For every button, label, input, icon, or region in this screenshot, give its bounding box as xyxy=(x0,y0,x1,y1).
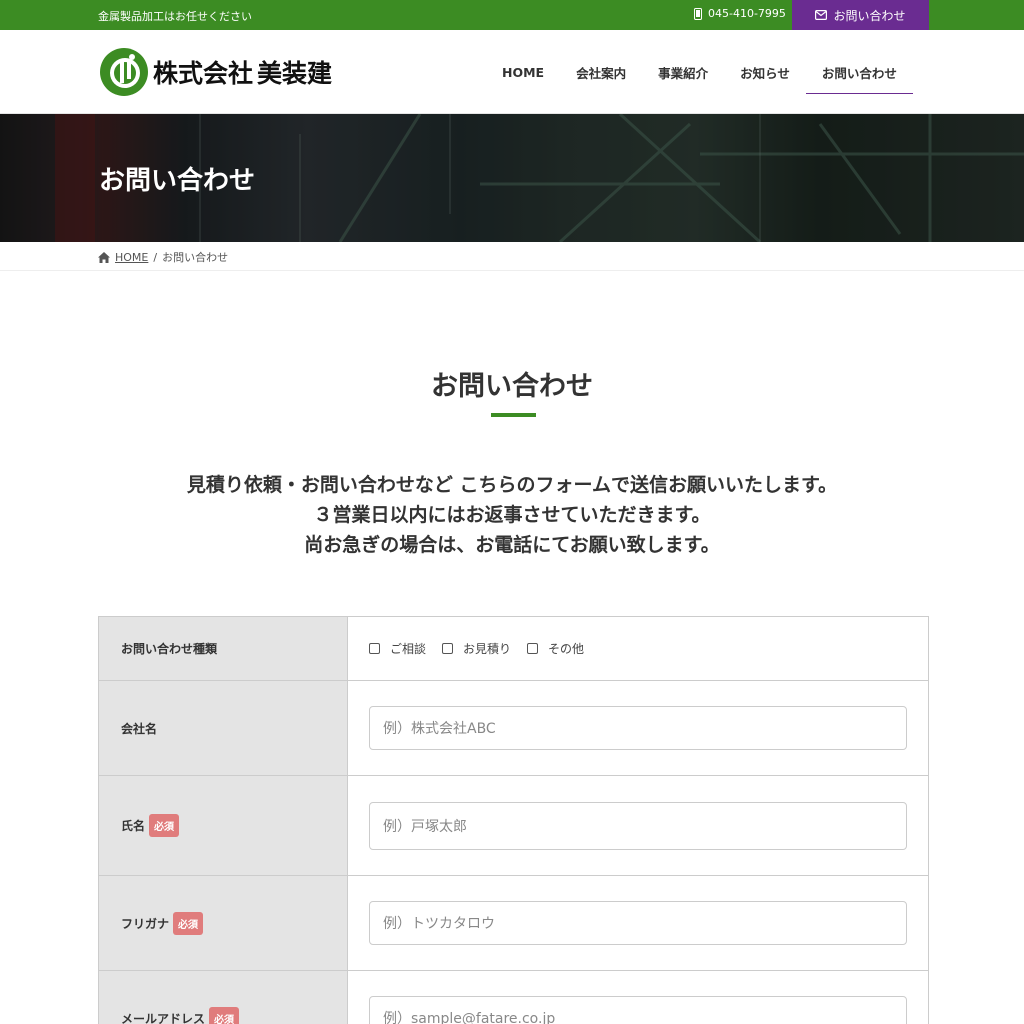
email-input[interactable]: 例）sample@fatare.co.jp xyxy=(369,996,907,1024)
breadcrumb-home[interactable]: HOME xyxy=(115,251,148,264)
email-label: メールアドレス xyxy=(121,1011,206,1024)
checkbox-estimate[interactable]: お見積り xyxy=(442,640,511,657)
kana-label-cell: フリガナ 必須 xyxy=(99,876,348,970)
checkbox-box[interactable] xyxy=(527,643,539,654)
phone-number[interactable]: 045-410-7995 xyxy=(694,7,786,20)
breadcrumb-separator: / xyxy=(153,250,158,264)
mail-icon xyxy=(815,10,828,20)
required-badge: 必須 xyxy=(149,814,180,837)
intro-line-2: ３営業日以内にはお返事させていただきます。 xyxy=(313,504,711,526)
logo-company-type: 株式会社 xyxy=(153,59,254,88)
breadcrumb: HOME / お問い合わせ xyxy=(98,249,228,265)
section-title: お問い合わせ xyxy=(431,371,593,402)
contact-button[interactable]: お問い合わせ xyxy=(792,0,929,30)
site-logo[interactable]: 株式会社 美装建 xyxy=(99,47,332,97)
inquiry-type-options: ご相談 お見積り その他 xyxy=(369,640,584,657)
company-label: 会社名 xyxy=(99,681,348,775)
contact-form: お問い合わせ種類 ご相談 お見積り その他 会社名 例）株式会社ABC 氏名 必… xyxy=(98,616,929,1024)
hero-title: お問い合わせ xyxy=(99,166,256,196)
company-input[interactable]: 例）株式会社ABC xyxy=(369,706,907,750)
checkbox-consultation[interactable]: ご相談 xyxy=(369,640,426,657)
divider xyxy=(0,270,1024,271)
site-header: 株式会社 美装建 HOME 会社案内 事業紹介 お知らせ お問い合わせ xyxy=(0,30,1024,114)
contact-button-label: お問い合わせ xyxy=(833,8,906,23)
intro-line-1: 見積り依頼・お問い合わせなど こちらのフォームで送信お願いいたします。 xyxy=(186,474,838,496)
form-row-inquiry-type: お問い合わせ種類 ご相談 お見積り その他 xyxy=(99,617,928,681)
phone-text: 045-410-7995 xyxy=(708,7,786,20)
home-icon xyxy=(98,251,110,263)
logo-mark-icon xyxy=(100,48,148,96)
nav-company[interactable]: 会社案内 xyxy=(560,30,642,114)
name-label: 氏名 xyxy=(121,819,146,833)
top-bar: 金属製品加工はお任せください 045-410-7995 お問い合わせ xyxy=(0,0,1024,30)
breadcrumb-current: お問い合わせ xyxy=(162,251,229,264)
nav-business[interactable]: 事業紹介 xyxy=(642,30,724,114)
nav-contact[interactable]: お問い合わせ xyxy=(805,30,913,114)
required-badge: 必須 xyxy=(209,1006,240,1024)
inquiry-type-label: お問い合わせ種類 xyxy=(99,617,348,680)
phone-icon xyxy=(694,7,702,20)
logo-company-name: 美装建 xyxy=(257,59,333,88)
main-nav: HOME 会社案内 事業紹介 お知らせ お問い合わせ xyxy=(486,30,913,114)
tagline: 金属製品加工はお任せください xyxy=(98,10,252,23)
kana-input[interactable]: 例）トツカタロウ xyxy=(369,901,907,945)
intro-text: 見積り依頼・お問い合わせなど こちらのフォームで送信お願いいたします。 ３営業日… xyxy=(0,470,1024,560)
page-hero: お問い合わせ xyxy=(0,114,1024,242)
required-badge: 必須 xyxy=(173,911,204,935)
name-input[interactable]: 例）戸塚太郎 xyxy=(369,801,907,850)
nav-news[interactable]: お知らせ xyxy=(724,30,806,114)
name-label-cell: 氏名 必須 xyxy=(99,776,348,875)
nav-home[interactable]: HOME xyxy=(486,30,560,114)
intro-line-3: 尚お急ぎの場合は、お電話にてお願い致します。 xyxy=(304,534,720,556)
checkbox-box[interactable] xyxy=(442,643,454,654)
form-row-email: メールアドレス 必須 例）sample@fatare.co.jp xyxy=(99,971,928,1024)
checkbox-box[interactable] xyxy=(369,643,380,654)
form-row-name: 氏名 必須 例）戸塚太郎 xyxy=(99,776,928,876)
kana-label: フリガナ xyxy=(121,916,170,931)
email-label-cell: メールアドレス 必須 xyxy=(99,971,348,1024)
form-row-company: 会社名 例）株式会社ABC xyxy=(99,681,928,776)
checkbox-other[interactable]: その他 xyxy=(527,640,584,657)
title-underline xyxy=(491,413,536,417)
form-row-kana: フリガナ 必須 例）トツカタロウ xyxy=(99,876,928,971)
